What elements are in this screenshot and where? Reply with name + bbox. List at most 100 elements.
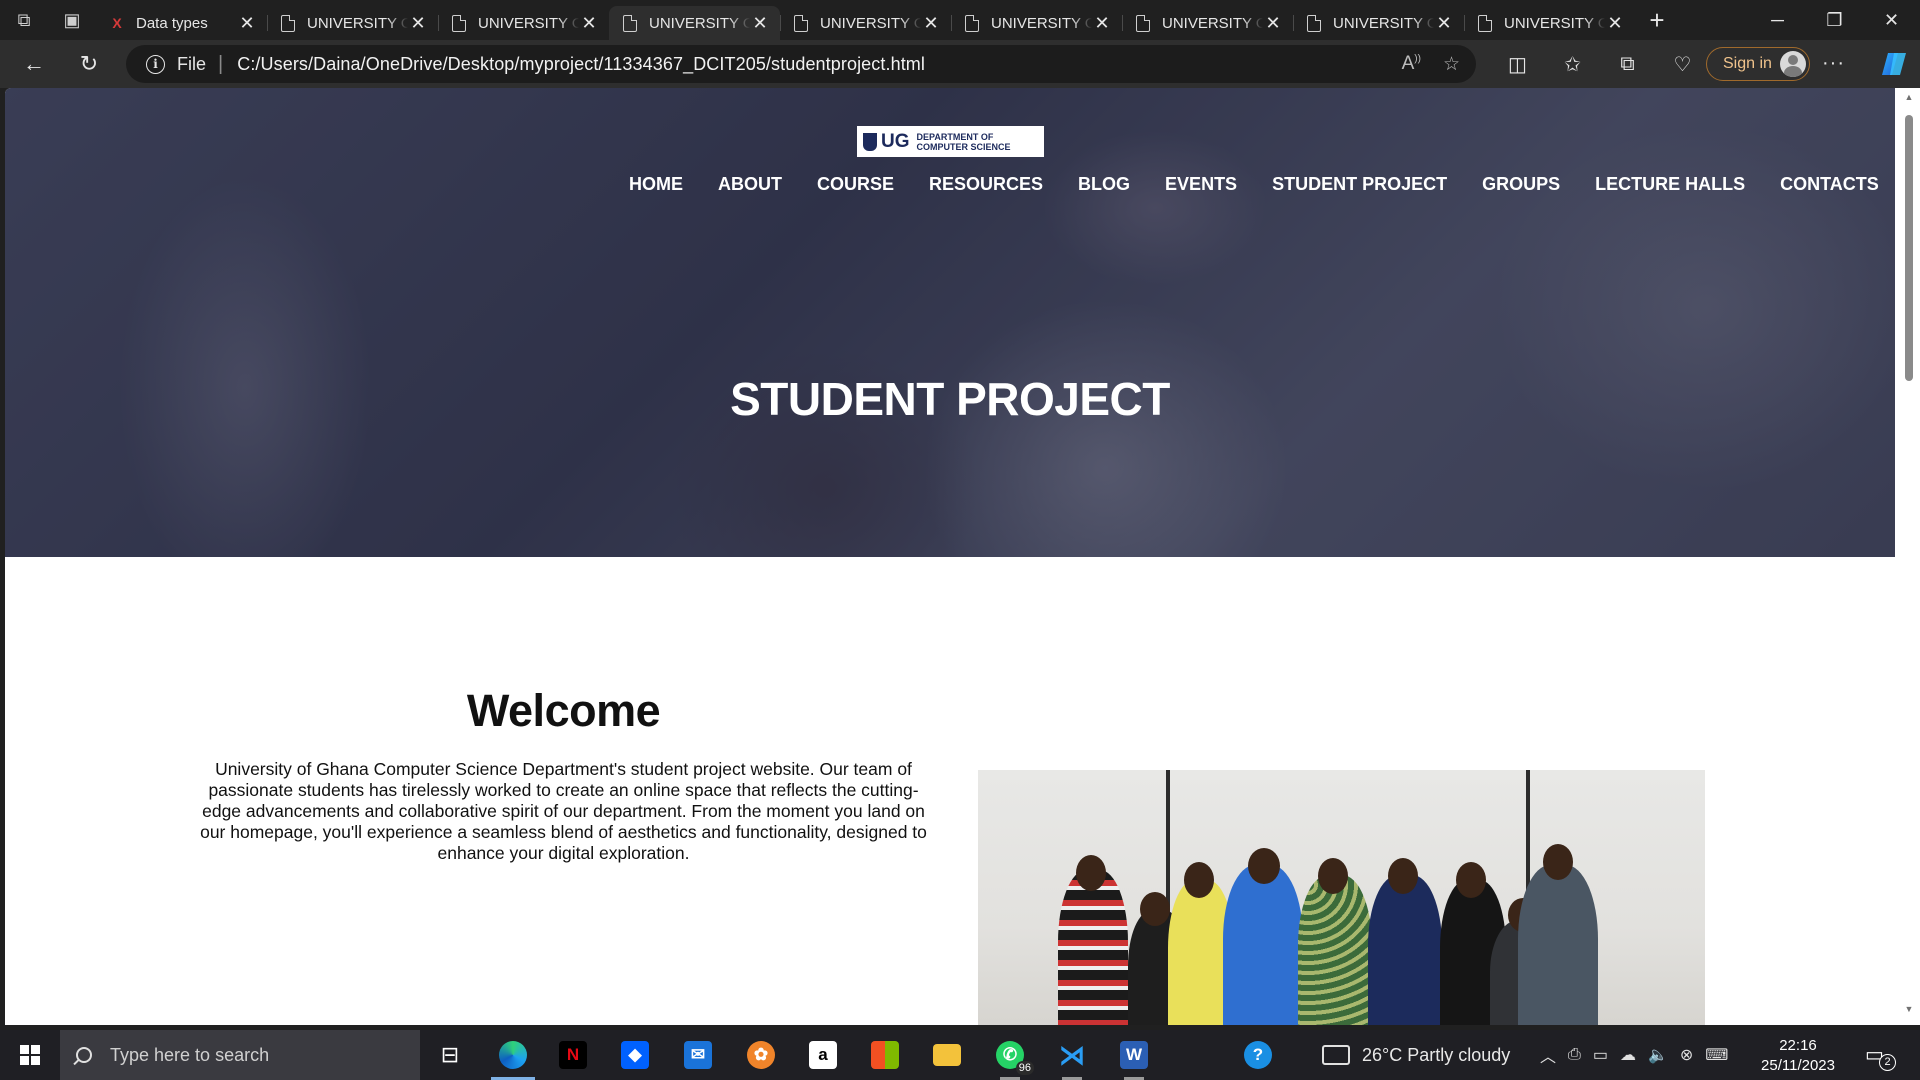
taskbar-amazon[interactable]: a bbox=[793, 1030, 853, 1080]
volume-icon[interactable]: 🔈 bbox=[1648, 1045, 1668, 1065]
taskbar-edge[interactable] bbox=[483, 1030, 543, 1080]
nav-link-events[interactable]: EVENTS bbox=[1165, 174, 1237, 195]
info-icon[interactable]: i bbox=[146, 54, 165, 74]
browser-tab[interactable]: UNIVERSITY OF GHANA✕ bbox=[267, 6, 438, 40]
scrollbar-thumb[interactable] bbox=[1905, 115, 1913, 381]
student-figure bbox=[1298, 875, 1372, 1025]
nav-link-course[interactable]: COURSE bbox=[817, 174, 894, 195]
taskbar-whatsapp[interactable]: ✆ 96 bbox=[980, 1030, 1040, 1080]
weather-text: 26°C Partly cloudy bbox=[1362, 1044, 1511, 1065]
search-icon bbox=[76, 1047, 92, 1063]
browser-tab[interactable]: UNIVERSITY OF GHANA✕ bbox=[1293, 6, 1464, 40]
favorite-star-icon[interactable]: ☆ bbox=[1443, 53, 1460, 76]
tab-title: UNIVERSITY OF GHANA bbox=[1333, 14, 1434, 32]
show-hidden-icons-icon[interactable]: ︿ bbox=[1540, 1043, 1556, 1067]
nav-link-contacts[interactable]: CONTACTS bbox=[1780, 174, 1879, 195]
browser-tab[interactable]: UNIVERSITY OF GHANA✕ bbox=[1464, 6, 1635, 40]
taskbar-file-explorer[interactable] bbox=[917, 1030, 977, 1080]
refresh-icon[interactable]: ↻ bbox=[71, 48, 107, 80]
workspaces-icon[interactable]: ⧉ bbox=[0, 0, 48, 40]
browser-tab[interactable]: UNIVERSITY OF GHANA✕ bbox=[1122, 6, 1293, 40]
taskbar-netflix[interactable]: N bbox=[543, 1030, 603, 1080]
close-tab-icon[interactable]: ✕ bbox=[1605, 13, 1625, 34]
taskbar-mail[interactable]: ✉ bbox=[668, 1030, 728, 1080]
browser-tab[interactable]: UNIVERSITY OF GHANA✕ bbox=[951, 6, 1122, 40]
more-menu-icon[interactable]: ··· bbox=[1822, 52, 1845, 75]
restore-icon[interactable]: ❐ bbox=[1806, 0, 1863, 40]
input-language-icon[interactable]: ⌨ bbox=[1705, 1045, 1728, 1065]
clock-date: 25/11/2023 bbox=[1761, 1057, 1835, 1074]
close-tab-icon[interactable]: ✕ bbox=[408, 13, 428, 34]
folder-icon bbox=[933, 1044, 961, 1066]
close-tab-icon[interactable]: ✕ bbox=[237, 13, 257, 34]
page-document-icon bbox=[623, 14, 637, 32]
tab-title: UNIVERSITY OF GHANA bbox=[1504, 14, 1605, 32]
taskbar-help[interactable]: ? bbox=[1228, 1030, 1288, 1080]
start-button[interactable] bbox=[0, 1030, 60, 1080]
department-logo[interactable]: UG DEPARTMENT OF COMPUTER SCIENCE bbox=[857, 126, 1044, 157]
taskbar-word[interactable]: W bbox=[1104, 1030, 1164, 1080]
page-document-icon bbox=[794, 14, 808, 32]
welcome-section: Welcome University of Ghana Computer Sci… bbox=[195, 685, 932, 864]
read-aloud-icon[interactable]: A)) bbox=[1402, 53, 1421, 75]
browser-tab[interactable]: X Data types ✕ bbox=[96, 6, 267, 40]
sign-in-label: Sign in bbox=[1723, 55, 1772, 72]
battery-icon[interactable]: ▭ bbox=[1593, 1045, 1608, 1065]
close-tab-icon[interactable]: ✕ bbox=[750, 13, 770, 34]
student-head bbox=[1318, 858, 1348, 894]
clock-time: 22:16 bbox=[1779, 1037, 1817, 1054]
nav-link-student-project[interactable]: STUDENT PROJECT bbox=[1272, 174, 1447, 195]
meet-now-icon[interactable]: ⎙ bbox=[1568, 1046, 1581, 1064]
split-screen-icon[interactable]: ◫ bbox=[1490, 46, 1545, 82]
new-tab-button[interactable]: + bbox=[1635, 0, 1679, 40]
page-scrollbar[interactable]: ▲ ▼ bbox=[1898, 88, 1920, 1025]
close-window-icon[interactable]: ✕ bbox=[1863, 0, 1920, 40]
main-nav: HOME ABOUT COURSE RESOURCES BLOG EVENTS STUDEN… bbox=[629, 174, 1895, 195]
browser-tab[interactable]: UNIVERSITY OF GHANA✕ bbox=[609, 6, 780, 40]
nav-link-groups[interactable]: GROUPS bbox=[1482, 174, 1560, 195]
tab-title: UNIVERSITY OF GHANA bbox=[1162, 14, 1263, 32]
notification-center-icon[interactable]: ▭ 2 bbox=[1865, 1042, 1896, 1071]
collections-icon[interactable]: ⧉ bbox=[1600, 46, 1655, 82]
tab-favicon-icon: X bbox=[112, 14, 122, 31]
netflix-icon: N bbox=[559, 1041, 587, 1069]
page-viewport: UG DEPARTMENT OF COMPUTER SCIENCE HOME AB… bbox=[5, 88, 1903, 1025]
taskbar-fl-studio[interactable]: ✿ bbox=[731, 1030, 791, 1080]
url-text[interactable]: C:/Users/Daina/OneDrive/Desktop/myprojec… bbox=[237, 54, 925, 75]
taskbar-vscode[interactable]: ⋊ bbox=[1042, 1030, 1102, 1080]
close-tab-icon[interactable]: ✕ bbox=[921, 13, 941, 34]
network-off-icon[interactable]: ⊗ bbox=[1680, 1045, 1693, 1065]
close-tab-icon[interactable]: ✕ bbox=[1092, 13, 1112, 34]
address-bar[interactable]: i File | C:/Users/Daina/OneDrive/Desktop… bbox=[126, 45, 1476, 83]
task-view-button[interactable]: ⊟ bbox=[420, 1030, 480, 1080]
browser-essentials-icon[interactable]: ♡ bbox=[1655, 46, 1710, 82]
taskbar-search[interactable]: Type here to search bbox=[60, 1030, 420, 1080]
minimize-icon[interactable]: ─ bbox=[1749, 0, 1806, 40]
taskbar-dropbox[interactable]: ◆ bbox=[605, 1030, 665, 1080]
back-icon[interactable]: ← bbox=[16, 48, 52, 80]
close-tab-icon[interactable]: ✕ bbox=[579, 13, 599, 34]
clock[interactable]: 22:16 25/11/2023 bbox=[1760, 1036, 1836, 1076]
nav-link-resources[interactable]: RESOURCES bbox=[929, 174, 1043, 195]
weather-widget[interactable]: 26°C Partly cloudy bbox=[1322, 1030, 1510, 1080]
close-tab-icon[interactable]: ✕ bbox=[1434, 13, 1454, 34]
copilot-icon[interactable] bbox=[1880, 50, 1910, 78]
student-figure bbox=[1368, 875, 1442, 1025]
browser-tab[interactable]: UNIVERSITY OF GHANA✕ bbox=[780, 6, 951, 40]
help-icon: ? bbox=[1244, 1041, 1272, 1069]
nav-link-lecture-halls[interactable]: LECTURE HALLS bbox=[1595, 174, 1745, 195]
taskbar-store[interactable] bbox=[855, 1030, 915, 1080]
favorites-icon[interactable]: ✩ bbox=[1545, 46, 1600, 82]
sign-in-button[interactable]: Sign in bbox=[1706, 47, 1810, 81]
nav-link-about[interactable]: ABOUT bbox=[718, 174, 782, 195]
close-tab-icon[interactable]: ✕ bbox=[1263, 13, 1283, 34]
scroll-up-icon[interactable]: ▲ bbox=[1904, 92, 1914, 102]
nav-link-blog[interactable]: BLOG bbox=[1078, 174, 1130, 195]
onedrive-icon[interactable]: ☁ bbox=[1620, 1045, 1636, 1065]
welcome-title: Welcome bbox=[466, 685, 661, 736]
tab-actions-icon[interactable]: ▣ bbox=[48, 0, 96, 40]
nav-link-home[interactable]: HOME bbox=[629, 174, 683, 195]
tab-title: UNIVERSITY OF GHANA bbox=[478, 14, 579, 32]
browser-tab[interactable]: UNIVERSITY OF GHANA✕ bbox=[438, 6, 609, 40]
scroll-down-icon[interactable]: ▼ bbox=[1904, 1004, 1914, 1014]
